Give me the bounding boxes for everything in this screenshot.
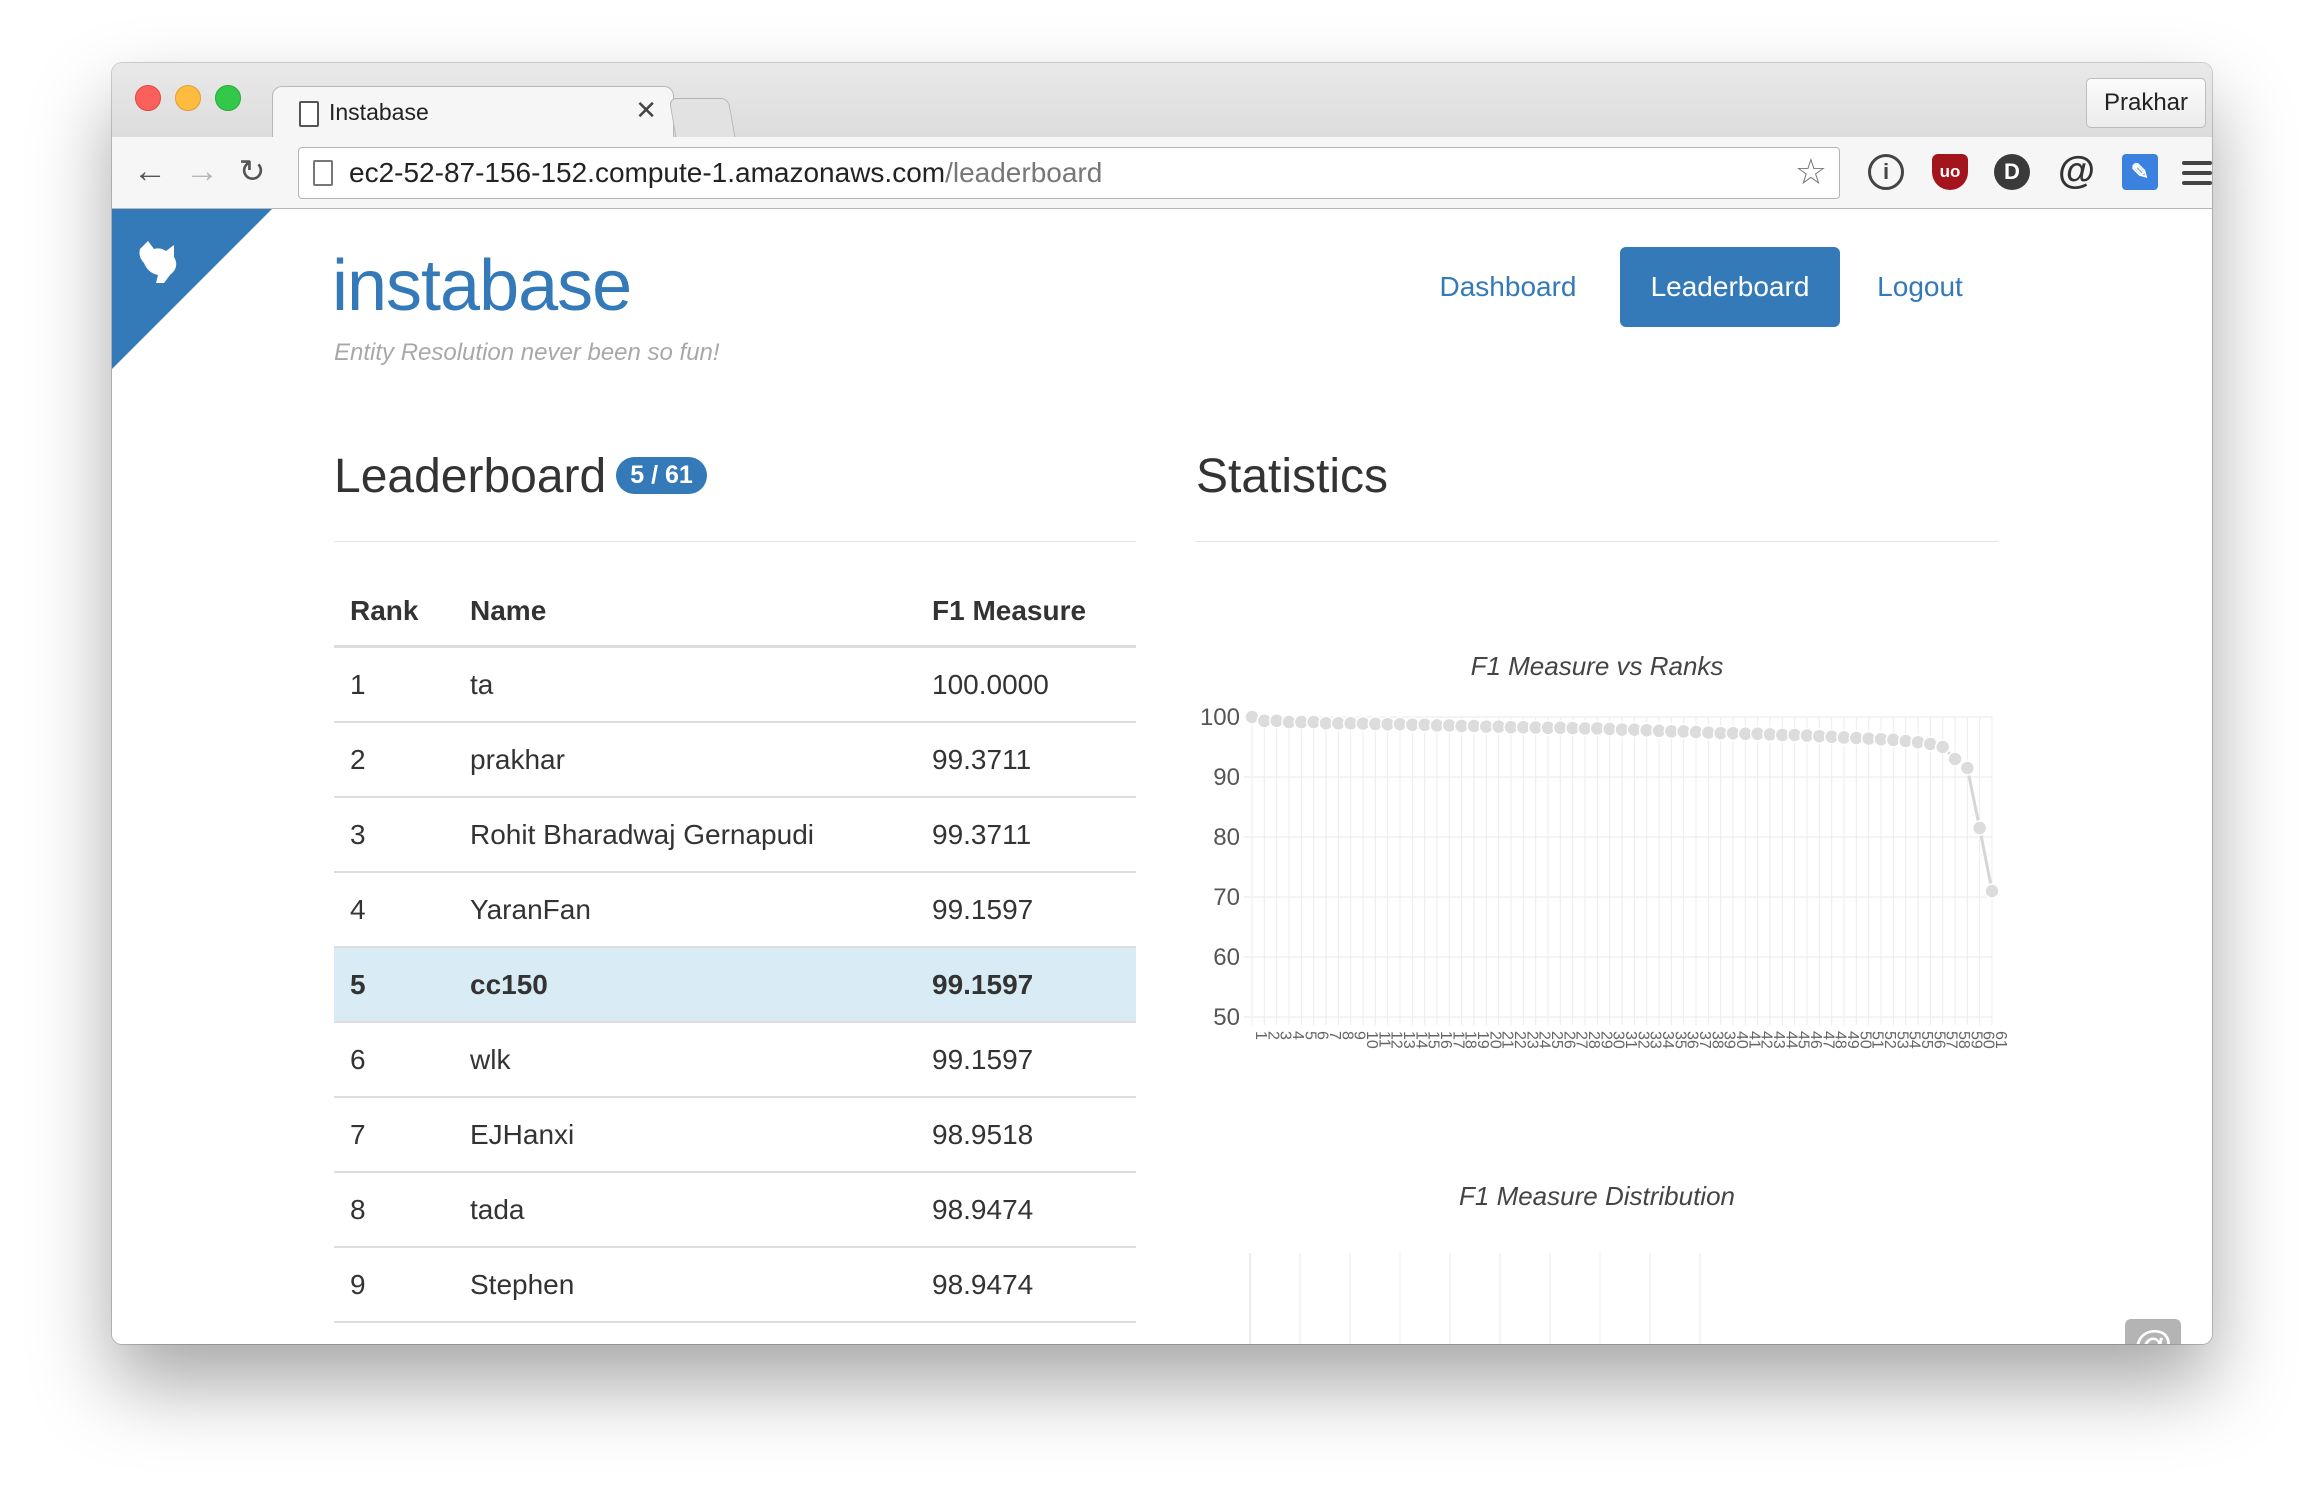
star-icon[interactable]: ☆: [1795, 152, 1827, 192]
cell-f1: 99.3711: [916, 722, 1136, 798]
cell-rank: 8: [334, 1172, 454, 1248]
column-header-rank[interactable]: Rank: [334, 577, 454, 648]
at-icon[interactable]: @: [2058, 152, 2095, 190]
nav-logout[interactable]: Logout: [1862, 247, 1978, 327]
leaderboard-table: Rank Name F1 Measure 1 ta 100.0000 2 prakhar…: [334, 577, 1136, 1323]
page-icon: [299, 101, 319, 127]
x-tick-label: 61: [1992, 1031, 2009, 1049]
f1-distribution-chart: [1249, 1253, 1701, 1344]
table-row: 1 ta 100.0000: [334, 646, 1136, 723]
cell-name: ta: [454, 646, 916, 723]
cell-rank: 4: [334, 872, 454, 948]
column-header-name[interactable]: Name: [454, 577, 916, 648]
data-point: [1947, 751, 1963, 767]
table-row: 2 prakhar 99.3711: [334, 722, 1136, 798]
cell-name: YaranFan: [454, 872, 916, 948]
profile-button[interactable]: Prakhar: [2086, 78, 2206, 128]
table-row: 7 EJHanxi 98.9518: [334, 1097, 1136, 1173]
tagline: Entity Resolution never been so fun!: [334, 339, 720, 366]
statistics-heading: Statistics: [1196, 450, 1389, 503]
y-tick-label: 100: [1200, 705, 1240, 731]
y-tick-label: 50: [1213, 1004, 1240, 1031]
cell-name: prakhar: [454, 722, 916, 798]
data-point: [1934, 739, 1951, 755]
cell-rank: 9: [334, 1247, 454, 1323]
close-tab-icon[interactable]: ✕: [635, 95, 657, 126]
at-icon-floating-button[interactable]: @: [2125, 1319, 2181, 1344]
y-tick-label: 70: [1213, 884, 1240, 911]
tab-title: Instabase: [329, 99, 429, 125]
reload-icon[interactable]: ↻: [232, 151, 272, 191]
table-row: 3 Rohit Bharadwaj Gernapudi 99.3711: [334, 797, 1136, 873]
data-point: [1971, 820, 1988, 836]
back-arrow-icon[interactable]: ←: [130, 151, 170, 191]
cell-name: tada: [454, 1172, 916, 1248]
extension-d-icon[interactable]: D: [1994, 154, 2030, 190]
ranks-chart-title: F1 Measure vs Ranks: [1470, 651, 1724, 681]
close-window-button[interactable]: [135, 85, 161, 111]
table-header-row: Rank Name F1 Measure: [334, 577, 1136, 648]
distribution-chart-title: F1 Measure Distribution: [1459, 1181, 1735, 1211]
address-bar[interactable]: ec2-52-87-156-152.compute-1.amazonaws.co…: [298, 147, 1840, 199]
data-point: [1984, 883, 2000, 899]
new-tab-button[interactable]: [668, 98, 736, 137]
pushpin-icon[interactable]: ✎: [2122, 154, 2158, 190]
cell-rank: 7: [334, 1097, 454, 1173]
ublock-icon[interactable]: uo: [1932, 154, 1968, 190]
octocat-icon[interactable]: [134, 237, 186, 300]
menu-icon[interactable]: [2182, 161, 2212, 191]
y-tick-label: 80: [1213, 824, 1240, 851]
leaderboard-title: Leaderboard: [334, 450, 607, 503]
cell-name: Stephen: [454, 1247, 916, 1323]
cell-f1: 100.0000: [916, 646, 1136, 723]
leaderboard-heading: Leaderboard 5 / 61: [334, 449, 707, 504]
cell-rank: 6: [334, 1022, 454, 1098]
cell-rank: 3: [334, 797, 454, 873]
cell-rank: 5: [334, 947, 454, 1023]
brand-logo[interactable]: instabase: [332, 245, 632, 327]
browser-tab[interactable]: Instabase ✕: [272, 86, 674, 139]
column-header-f1[interactable]: F1 Measure: [916, 577, 1136, 648]
table-row: 6 wlk 99.1597: [334, 1022, 1136, 1098]
y-tick-label: 90: [1213, 764, 1240, 791]
cell-rank: 2: [334, 722, 454, 798]
browser-window: Instabase ✕ Prakhar ← → ↻ ec2-52-87-156-…: [112, 63, 2212, 1344]
nav-dashboard[interactable]: Dashboard: [1430, 247, 1586, 327]
y-tick-label: 60: [1213, 944, 1240, 971]
browser-toolbar: ← → ↻ ec2-52-87-156-152.compute-1.amazon…: [112, 137, 2212, 209]
cell-name: cc150: [454, 947, 916, 1023]
cell-name: Rohit Bharadwaj Gernapudi: [454, 797, 916, 873]
divider: [334, 541, 1136, 542]
zoom-window-button[interactable]: [215, 85, 241, 111]
nav-leaderboard[interactable]: Leaderboard: [1620, 247, 1840, 327]
cell-f1: 99.1597: [916, 947, 1136, 1023]
page-content: instabase Entity Resolution never been s…: [112, 209, 2212, 1344]
page-icon: [313, 160, 333, 186]
tab-strip: Instabase ✕ Prakhar: [112, 63, 2212, 139]
cell-name: wlk: [454, 1022, 916, 1098]
cell-f1: 99.3711: [916, 797, 1136, 873]
f1-vs-rank-chart: 1009080706050123456789101112131415161718…: [1200, 705, 2009, 1049]
cell-f1: 98.9474: [916, 1172, 1136, 1248]
table-row: 8 tada 98.9474: [334, 1172, 1136, 1248]
url-host: ec2-52-87-156-152.compute-1.amazonaws.co…: [349, 157, 946, 188]
cell-f1: 98.9474: [916, 1247, 1136, 1323]
minimize-window-button[interactable]: [175, 85, 201, 111]
cell-f1: 99.1597: [916, 1022, 1136, 1098]
url-path: /leaderboard: [945, 157, 1103, 188]
url-text[interactable]: ec2-52-87-156-152.compute-1.amazonaws.co…: [349, 157, 1102, 189]
1password-icon[interactable]: i: [1868, 154, 1904, 190]
forward-arrow-icon[interactable]: →: [182, 151, 222, 191]
cell-name: EJHanxi: [454, 1097, 916, 1173]
cell-f1: 99.1597: [916, 872, 1136, 948]
divider: [1196, 541, 1998, 542]
cell-rank: 1: [334, 646, 454, 723]
table-row: 5 cc150 99.1597: [334, 947, 1136, 1023]
cell-f1: 98.9518: [916, 1097, 1136, 1173]
data-point: [1959, 760, 1976, 776]
rank-badge: 5 / 61: [616, 456, 707, 494]
table-row: 4 YaranFan 99.1597: [334, 872, 1136, 948]
table-row: 9 Stephen 98.9474: [334, 1247, 1136, 1323]
